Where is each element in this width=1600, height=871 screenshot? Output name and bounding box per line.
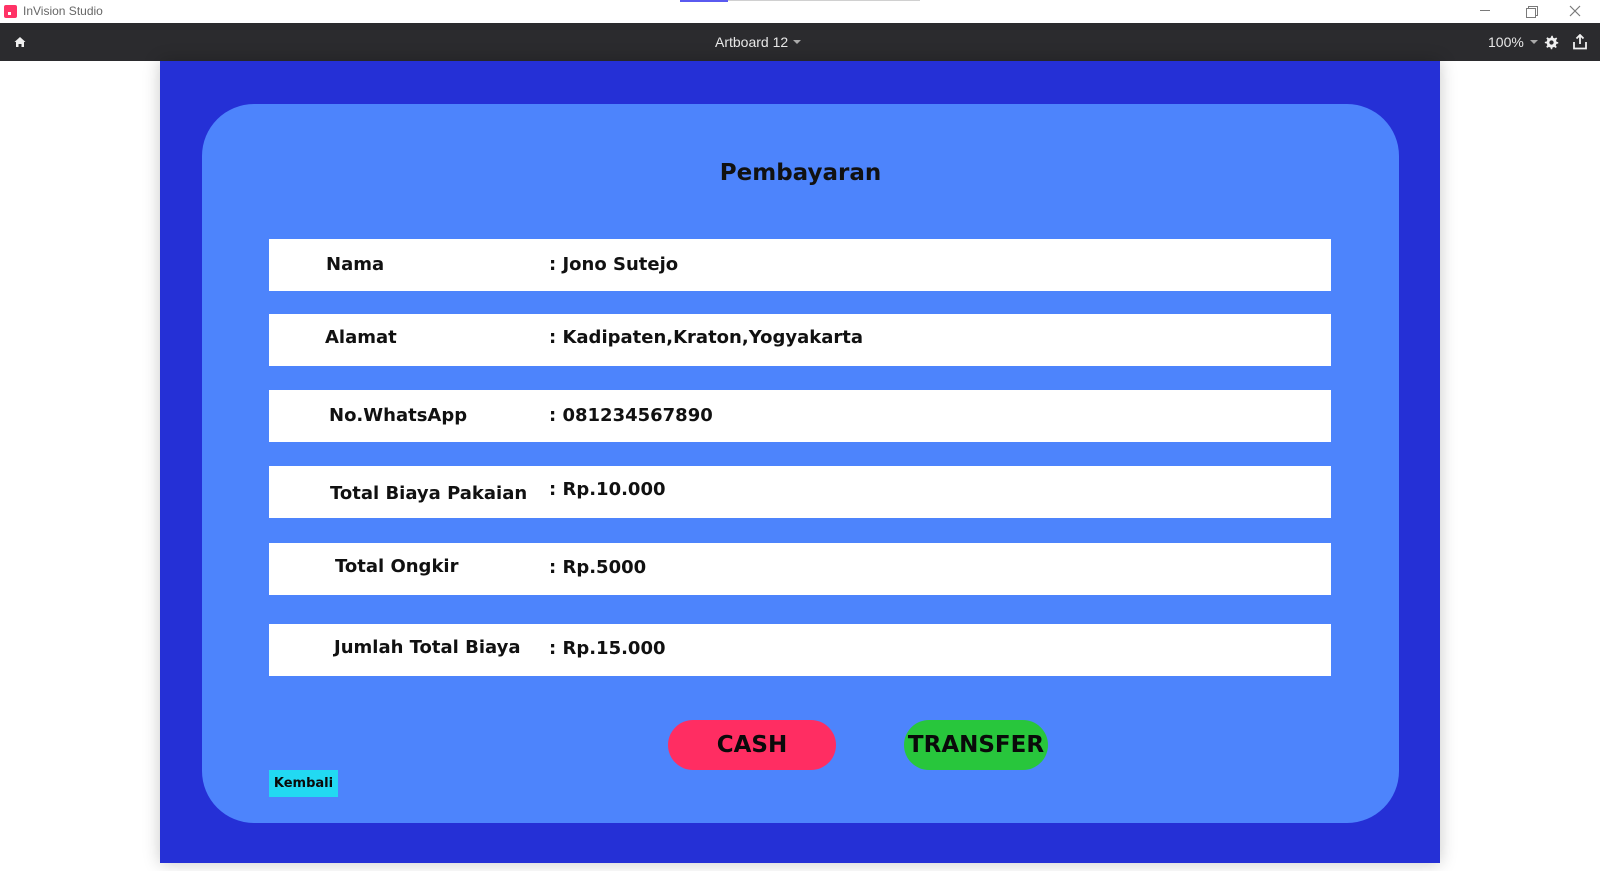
row-label: Nama xyxy=(326,254,385,275)
row-value: : Kadipaten,Kraton,Yogyakarta xyxy=(549,327,863,348)
row-label: Total Ongkir xyxy=(335,556,459,577)
close-icon xyxy=(1569,5,1581,17)
home-icon[interactable] xyxy=(14,36,26,48)
info-row-jumlah-total-biaya: Jumlah Total Biaya : Rp.15.000 xyxy=(269,624,1331,676)
zoom-selector[interactable]: 100% xyxy=(1488,33,1538,51)
window-title-bar: InVision Studio xyxy=(0,0,1600,23)
zoom-level: 100% xyxy=(1488,34,1524,50)
page-title: Pembayaran xyxy=(719,160,882,186)
invision-logo-icon xyxy=(4,5,17,18)
artboard-selector[interactable]: Artboard 12 xyxy=(715,33,802,51)
gear-icon[interactable] xyxy=(1544,35,1559,50)
tab-indicator xyxy=(680,0,728,2)
restore-button[interactable] xyxy=(1508,0,1552,22)
info-row-total-ongkir: Total Ongkir : Rp.5000 xyxy=(269,543,1331,595)
chevron-down-icon xyxy=(793,40,802,44)
row-value: : 081234567890 xyxy=(549,405,713,426)
info-row-whatsapp: No.WhatsApp : 081234567890 xyxy=(269,390,1331,442)
row-value: : Rp.5000 xyxy=(549,557,647,578)
app-toolbar: Artboard 12 100% xyxy=(0,23,1600,61)
row-label: Total Biaya Pakaian xyxy=(330,483,528,504)
info-row-alamat: Alamat : Kadipaten,Kraton,Yogyakarta xyxy=(269,314,1331,366)
artboard-canvas: Pembayaran Nama : Jono Sutejo Alamat : K… xyxy=(160,61,1440,863)
minimize-button[interactable] xyxy=(1463,0,1507,22)
tab-strip xyxy=(728,0,920,1)
artboard-name: Artboard 12 xyxy=(715,34,789,50)
row-label: Alamat xyxy=(325,327,397,348)
transfer-button[interactable]: TRANSFER xyxy=(904,720,1048,770)
row-value: : Rp.15.000 xyxy=(549,638,666,659)
chevron-down-icon xyxy=(1529,40,1538,44)
row-label: Jumlah Total Biaya xyxy=(334,637,521,658)
close-button[interactable] xyxy=(1553,0,1597,22)
row-label: No.WhatsApp xyxy=(329,405,468,426)
back-button[interactable]: Kembali xyxy=(269,770,338,797)
info-row-nama: Nama : Jono Sutejo xyxy=(269,239,1331,291)
export-icon[interactable] xyxy=(1572,34,1588,50)
row-value: : Jono Sutejo xyxy=(549,254,679,275)
info-row-total-biaya-pakaian: Total Biaya Pakaian : Rp.10.000 xyxy=(269,466,1331,518)
row-value: : Rp.10.000 xyxy=(549,479,666,500)
cash-button[interactable]: CASH xyxy=(668,720,836,770)
app-title: InVision Studio xyxy=(23,4,103,18)
payment-card: Pembayaran Nama : Jono Sutejo Alamat : K… xyxy=(202,104,1399,823)
